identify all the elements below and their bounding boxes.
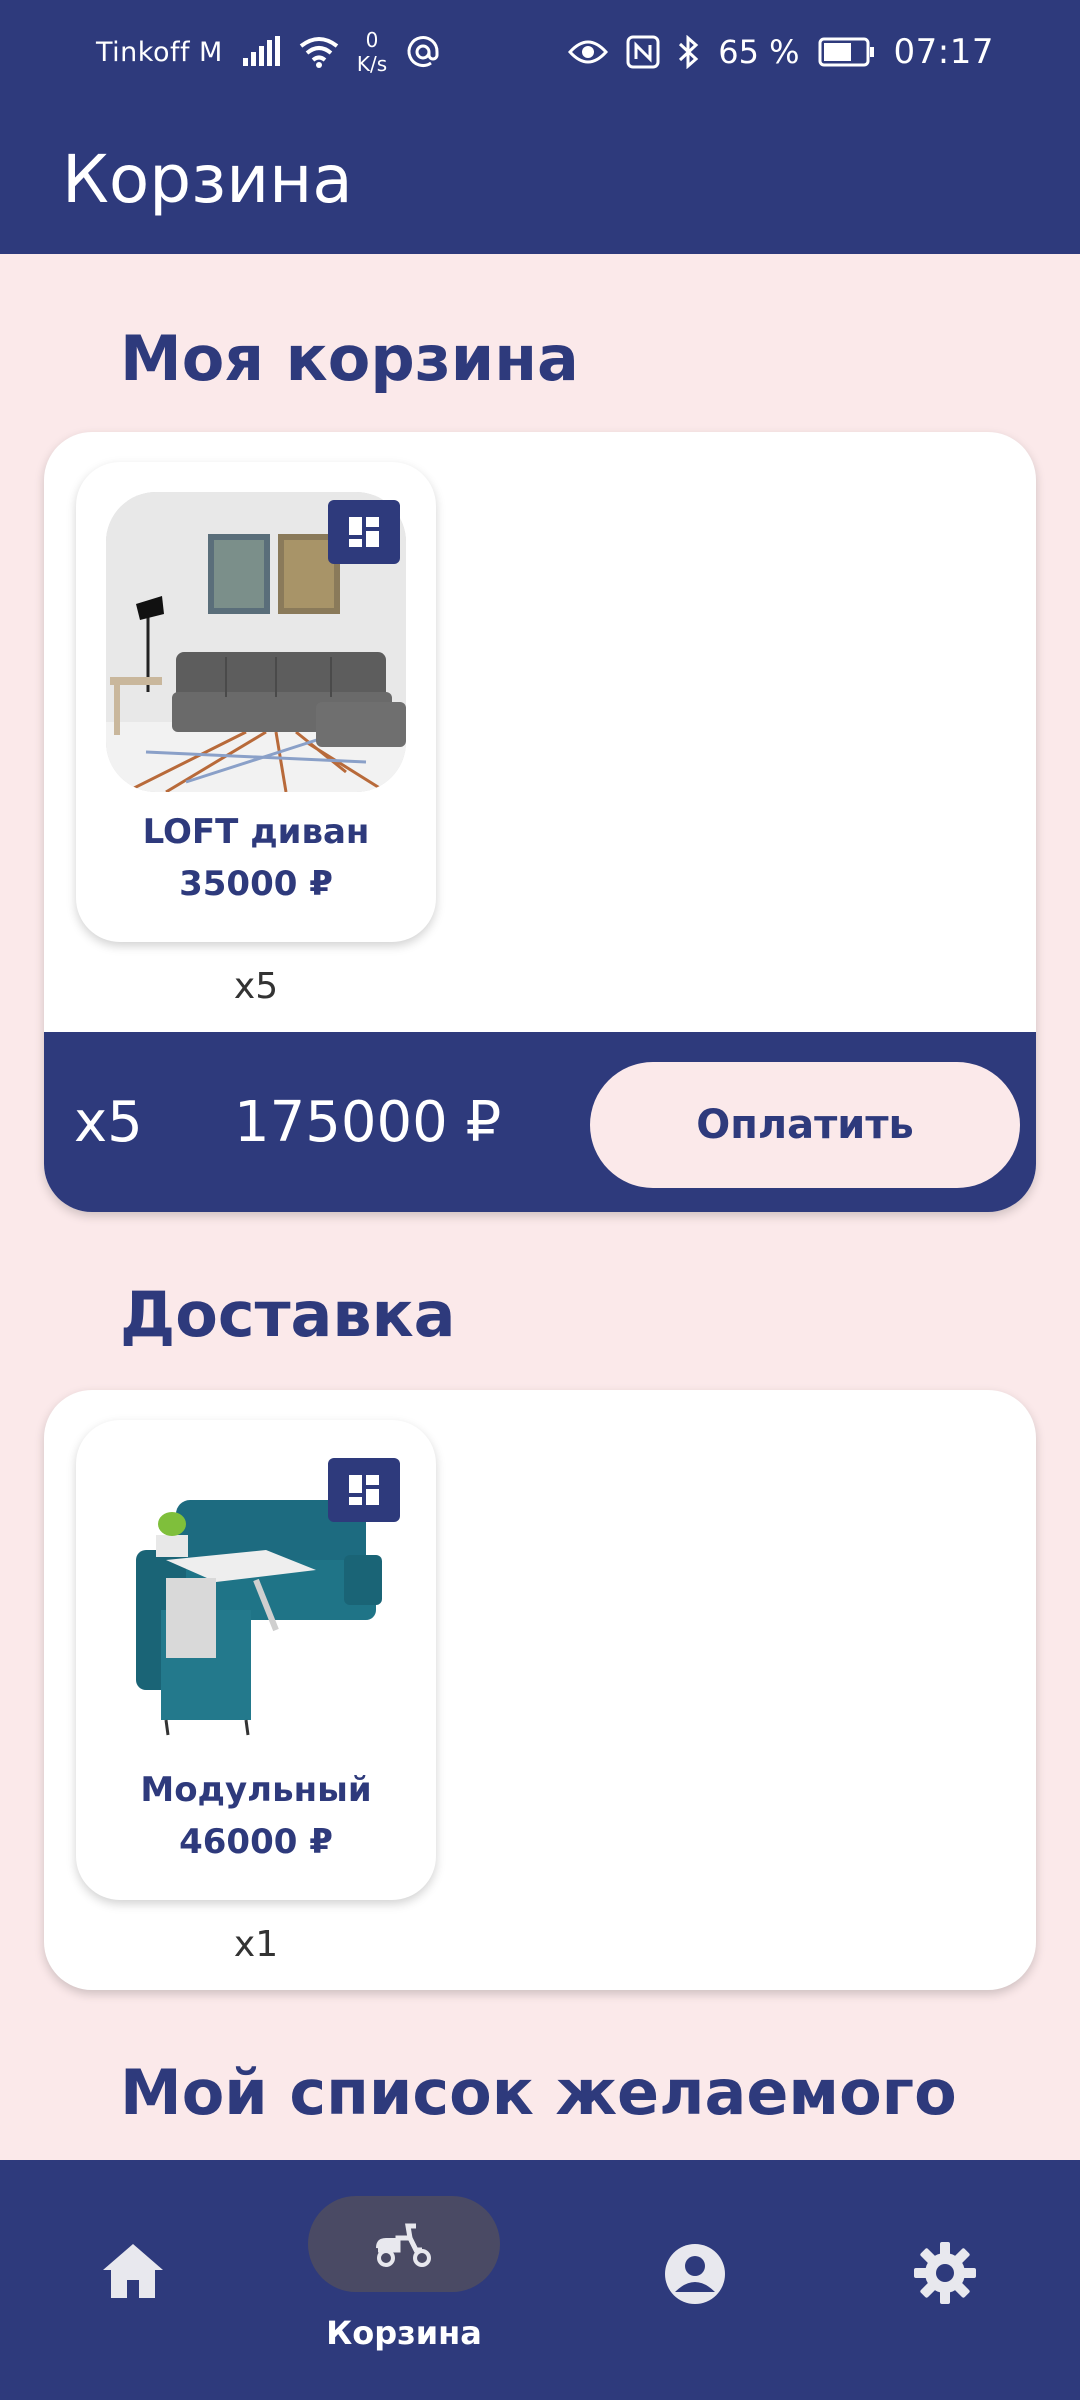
scooter-icon — [376, 2223, 431, 2267]
network-speed-unit: K/s — [356, 52, 388, 76]
wifi-icon — [299, 37, 339, 68]
battery-icon — [818, 37, 874, 67]
product-price: 46000 ₽ — [179, 1822, 333, 1862]
carrier-name: Tinkoff M — [96, 36, 223, 68]
settings-icon — [914, 2242, 976, 2304]
cart-card: LOFT диван 35000 ₽ x5 x5 175000 ₽ Оплати… — [44, 432, 1036, 1212]
product-name: LOFT диван — [142, 812, 370, 852]
delivery-heading: Доставка — [120, 1278, 456, 1351]
bottom-navigation: Корзина — [0, 2160, 1080, 2400]
nav-home[interactable] — [78, 2160, 188, 2400]
cart-heading: Моя корзина — [120, 322, 579, 395]
home-icon — [103, 2244, 163, 2298]
account-icon — [665, 2244, 725, 2304]
at-sign-icon — [407, 36, 439, 67]
clock: 07:17 — [893, 32, 994, 72]
nfc-icon — [626, 35, 660, 69]
cart-total-quantity: x5 — [74, 1090, 143, 1155]
ar-view-button[interactable] — [328, 500, 400, 564]
bluetooth-icon — [679, 35, 699, 69]
nav-cart-label: Корзина — [326, 2314, 482, 2352]
network-speed: 0 K/s — [357, 28, 387, 76]
delivery-card: Модульный 46000 ₽ x1 — [44, 1390, 1036, 1990]
delivery-product-tile[interactable]: Модульный 46000 ₽ — [76, 1420, 436, 1900]
product-quantity: x5 — [233, 966, 279, 1007]
status-bar-left: Tinkoff M 0 K/s — [96, 28, 441, 76]
cart-total-price: 175000 ₽ — [234, 1090, 502, 1155]
signal-icon — [242, 36, 280, 66]
pay-button[interactable]: Оплатить — [590, 1062, 1020, 1188]
status-bar: Tinkoff M 0 K/s 65 % 07:17 — [0, 0, 1080, 104]
wishlist-heading: Мой список желаемого — [120, 2056, 957, 2129]
ar-view-button[interactable] — [328, 1458, 400, 1522]
nav-profile[interactable] — [640, 2160, 750, 2400]
product-name: Модульный — [140, 1770, 372, 1810]
cart-product-tile[interactable]: LOFT диван 35000 ₽ — [76, 462, 436, 942]
app-bar: Корзина — [0, 104, 1080, 254]
page-title: Корзина — [62, 140, 353, 218]
eye-icon — [568, 40, 609, 64]
dashboard-icon — [349, 517, 379, 547]
nav-cart[interactable]: Корзина — [308, 2160, 500, 2400]
nav-active-indicator — [308, 2196, 500, 2292]
network-speed-value: 0 — [365, 28, 379, 52]
dashboard-icon — [349, 1475, 379, 1505]
battery-percent: 65 % — [718, 33, 800, 71]
nav-settings[interactable] — [890, 2160, 1000, 2400]
status-bar-right: 65 % 07:17 — [568, 32, 994, 72]
product-price: 35000 ₽ — [179, 864, 333, 904]
cart-summary-bar: x5 175000 ₽ Оплатить — [44, 1032, 1036, 1212]
product-quantity: x1 — [233, 1924, 279, 1965]
